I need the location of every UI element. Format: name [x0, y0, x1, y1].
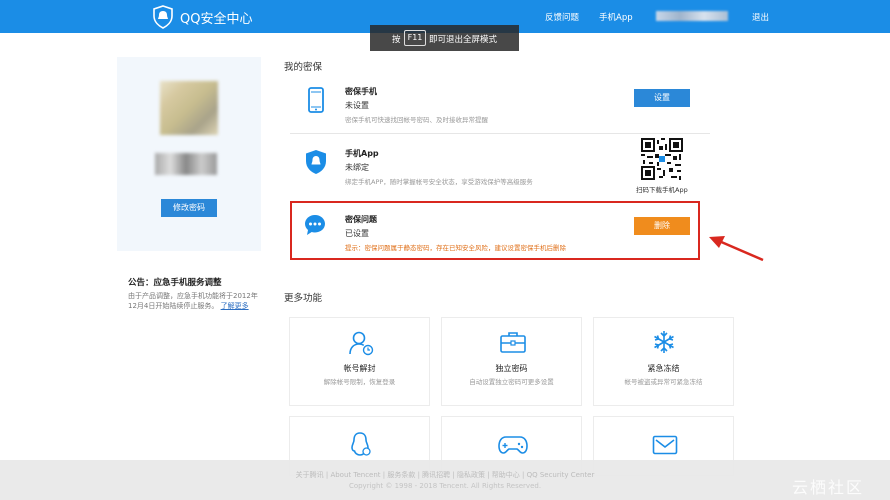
set-phone-button[interactable]: 设置	[634, 89, 690, 107]
nav-mobile-app[interactable]: 手机App	[599, 11, 633, 23]
card-independent-password[interactable]: 独立密码 自动设置独立密码可更多设置	[441, 317, 582, 406]
fullscreen-hint-pre: 按	[392, 35, 401, 45]
user-unlock-icon	[349, 331, 374, 356]
brand-title: QQ安全中心	[180, 12, 253, 27]
item-name: 手机App	[345, 149, 379, 158]
footer-links[interactable]: 关于腾讯 | About Tencent | 服务条款 | 腾讯招聘 | 隐私政…	[0, 470, 890, 480]
my-protection-title: 我的密保	[284, 62, 323, 73]
qr-code-icon	[641, 138, 683, 180]
item-name: 密保手机	[345, 87, 377, 96]
card-desc: 帐号被盗或异常可紧急冻结	[624, 378, 703, 386]
nav-logout[interactable]: 退出	[752, 11, 769, 23]
fullscreen-hint-post: 即可退出全屏模式	[429, 35, 498, 45]
gamepad-icon	[498, 436, 528, 454]
card-account-unblock[interactable]: 帐号解封 解除帐号限制，恢复登录	[289, 317, 430, 406]
card-title: 独立密码	[495, 364, 528, 373]
item-desc: 绑定手机APP，随时掌握帐号安全状态，享受游戏保护等高级服务	[345, 178, 533, 186]
qr-caption: 扫码下载手机App	[636, 186, 688, 194]
notice-link[interactable]: 了解更多	[221, 302, 249, 310]
card-title: 紧急冻结	[647, 364, 680, 373]
watermark: 云栖社区	[792, 478, 865, 497]
card-title: 帐号解封	[343, 364, 376, 373]
phone-icon	[308, 87, 324, 113]
divider	[290, 133, 710, 134]
item-status: 未设置	[345, 101, 369, 110]
avatar	[160, 81, 218, 135]
card-desc: 自动设置独立密码可更多设置	[469, 378, 554, 386]
notice-title: 公告：应急手机服务调整	[128, 278, 222, 288]
snowflake-icon	[654, 331, 674, 353]
more-features-title: 更多功能	[284, 293, 323, 304]
card-emergency-freeze[interactable]: 紧急冻结 帐号被盗或异常可紧急冻结	[593, 317, 734, 406]
mail-icon	[652, 435, 678, 455]
briefcase-icon	[500, 332, 526, 353]
footer	[0, 460, 890, 500]
highlight-box	[290, 201, 700, 260]
card-desc: 解除帐号限制，恢复登录	[323, 378, 396, 386]
user-name-blurred[interactable]	[656, 11, 728, 21]
footer-copyright: Copyright © 1998 - 2018 Tencent. All Rig…	[348, 482, 542, 490]
nav-feedback[interactable]: 反馈问题	[545, 11, 579, 23]
item-status: 未绑定	[345, 163, 369, 172]
red-arrow-annotation	[709, 236, 764, 262]
item-desc: 密保手机可快速找回帐号密码、及时接收异常提醒	[345, 116, 488, 124]
notice-body: 由于产品调整，应急手机功能将于2012年12月4日开始陆续停止服务。 了解更多	[128, 291, 258, 311]
qq-shield-icon	[306, 150, 326, 174]
change-password-button[interactable]: 修改密码	[161, 199, 217, 217]
fullscreen-hint: 按 F11 即可退出全屏模式	[370, 25, 519, 51]
shield-logo-icon	[153, 5, 173, 29]
nickname-blurred	[155, 153, 217, 175]
qq-penguin-icon	[351, 432, 371, 456]
f11-key: F11	[404, 30, 426, 46]
